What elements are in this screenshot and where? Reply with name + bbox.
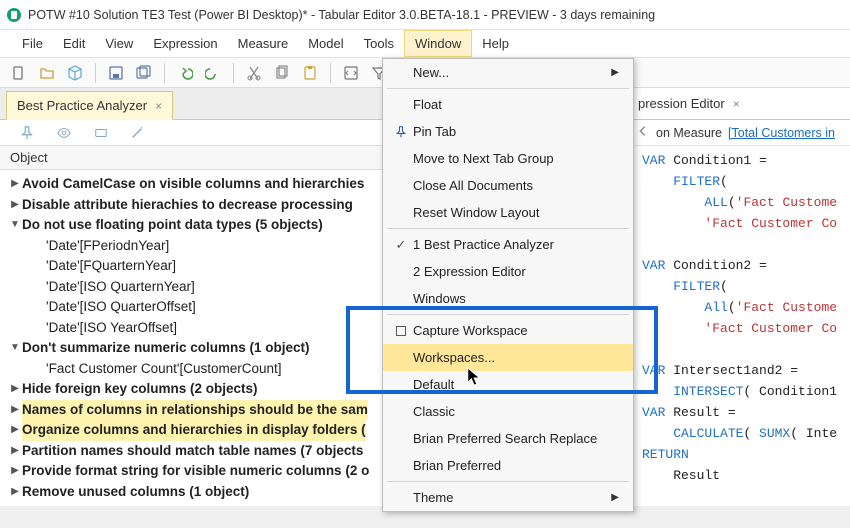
copy-icon[interactable]: [271, 62, 293, 84]
bpa-label: Provide format string for visible numeri…: [22, 461, 369, 482]
menu-workspace-classic[interactable]: Classic: [383, 398, 633, 425]
script-icon[interactable]: [340, 62, 362, 84]
close-icon[interactable]: ×: [155, 99, 162, 113]
chevron-right-icon[interactable]: ▶: [8, 174, 22, 195]
menu-float[interactable]: Float: [383, 91, 633, 118]
menu-window-2[interactable]: 2 Expression Editor: [383, 258, 633, 285]
menu-workspace-brian-search-replace[interactable]: Brian Preferred Search Replace: [383, 425, 633, 452]
bpa-label: 'Fact Customer Count'[CustomerCount]: [46, 359, 282, 380]
bpa-label: Do not use floating point data types (5 …: [22, 215, 323, 236]
column-header-object: Object: [10, 150, 48, 165]
menu-workspaces[interactable]: Workspaces...: [383, 344, 633, 371]
bpa-label: Avoid CamelCase on visible columns and h…: [22, 174, 364, 195]
menu-tools[interactable]: Tools: [354, 30, 404, 57]
chevron-right-icon[interactable]: ▶: [8, 195, 22, 216]
breadcrumb-measure-link[interactable]: [Total Customers in: [728, 126, 835, 140]
menu-move-next-tabgroup[interactable]: Move to Next Tab Group: [383, 145, 633, 172]
bpa-label: Remove unused columns (1 object): [22, 482, 249, 503]
bpa-label: Names of columns in relationships should…: [22, 400, 368, 421]
save-icon[interactable]: [105, 62, 127, 84]
expression-editor-panel: pression Editor × on Measure [Total Cust…: [630, 88, 850, 486]
bpa-label: Disable attribute hierachies to decrease…: [22, 195, 353, 216]
save-all-icon[interactable]: [133, 62, 155, 84]
menu-workspace-default[interactable]: Default: [383, 371, 633, 398]
bpa-label: 'Date'[FQuarternYear]: [46, 256, 176, 277]
undo-icon[interactable]: [174, 62, 196, 84]
check-icon: ✓: [389, 237, 413, 253]
menu-view[interactable]: View: [95, 30, 143, 57]
bpa-label: 'Date'[ISO QuarterOffset]: [46, 297, 196, 318]
pin-icon[interactable]: [20, 126, 34, 140]
wand-icon[interactable]: [130, 126, 144, 140]
tab-label: Best Practice Analyzer: [17, 98, 147, 113]
bpa-label: Hide foreign key columns (2 objects): [22, 379, 258, 400]
cursor-icon: [466, 366, 484, 391]
close-icon[interactable]: ×: [733, 97, 740, 111]
menu-capture-workspace[interactable]: Capture Workspace: [383, 317, 633, 344]
paste-icon[interactable]: [299, 62, 321, 84]
tab-best-practice-analyzer[interactable]: Best Practice Analyzer ×: [6, 91, 173, 120]
menu-bar: FileEditViewExpressionMeasureModelToolsW…: [0, 30, 850, 58]
tab-expression-editor[interactable]: pression Editor ×: [630, 88, 850, 120]
open-icon[interactable]: [36, 62, 58, 84]
bpa-label: Don't summarize numeric columns (1 objec…: [22, 338, 310, 359]
chevron-down-icon[interactable]: ▼: [8, 338, 22, 359]
menu-theme[interactable]: Theme▶: [383, 484, 633, 511]
menu-new[interactable]: New...▶: [383, 59, 633, 86]
window-title: POTW #10 Solution TE3 Test (Power BI Des…: [28, 8, 655, 22]
bpa-label: 'Date'[FPeriodnYear]: [46, 236, 169, 257]
menu-help[interactable]: Help: [472, 30, 519, 57]
chevron-right-icon[interactable]: ▶: [8, 482, 22, 503]
bpa-label: 'Date'[ISO YearOffset]: [46, 318, 177, 339]
menu-window-1[interactable]: ✓1 Best Practice Analyzer: [383, 231, 633, 258]
breadcrumb-prefix: on Measure: [656, 126, 722, 140]
expression-breadcrumb: on Measure [Total Customers in: [630, 120, 850, 146]
tab-label: pression Editor: [638, 96, 725, 111]
menu-window[interactable]: Window: [404, 30, 472, 57]
menu-workspace-brian-preferred[interactable]: Brian Preferred: [383, 452, 633, 479]
bpa-label: 'Date'[ISO QuarternYear]: [46, 277, 195, 298]
bpa-label: Partition names should match table names…: [22, 441, 363, 462]
chevron-right-icon[interactable]: ▶: [8, 400, 22, 421]
menu-pin-tab[interactable]: Pin Tab: [383, 118, 633, 145]
menu-file[interactable]: File: [12, 30, 53, 57]
app-icon: [6, 7, 22, 23]
menu-windows[interactable]: Windows: [383, 285, 633, 312]
badge-icon[interactable]: [94, 126, 108, 140]
nav-left-icon[interactable]: [636, 124, 650, 141]
menu-expression[interactable]: Expression: [143, 30, 227, 57]
title-bar: POTW #10 Solution TE3 Test (Power BI Des…: [0, 0, 850, 30]
capture-icon: [389, 325, 413, 337]
chevron-right-icon[interactable]: ▶: [8, 420, 22, 441]
chevron-right-icon[interactable]: ▶: [8, 441, 22, 462]
chevron-down-icon[interactable]: ▼: [8, 215, 22, 236]
window-menu-dropdown: New...▶ Float Pin Tab Move to Next Tab G…: [382, 58, 634, 512]
chevron-right-icon[interactable]: ▶: [8, 379, 22, 400]
chevron-right-icon[interactable]: ▶: [8, 461, 22, 482]
new-doc-icon[interactable]: [8, 62, 30, 84]
menu-measure[interactable]: Measure: [228, 30, 299, 57]
redo-icon[interactable]: [202, 62, 224, 84]
menu-edit[interactable]: Edit: [53, 30, 95, 57]
bpa-label: Organize columns and hierarchies in disp…: [22, 420, 366, 441]
cut-icon[interactable]: [243, 62, 265, 84]
cube-icon[interactable]: [64, 62, 86, 84]
menu-close-all[interactable]: Close All Documents: [383, 172, 633, 199]
pin-icon: [389, 126, 413, 138]
eye-icon[interactable]: [56, 126, 72, 140]
menu-model[interactable]: Model: [298, 30, 353, 57]
menu-reset-layout[interactable]: Reset Window Layout: [383, 199, 633, 226]
dax-code[interactable]: VAR Condition1 = FILTER( ALL('Fact Custo…: [630, 146, 850, 486]
